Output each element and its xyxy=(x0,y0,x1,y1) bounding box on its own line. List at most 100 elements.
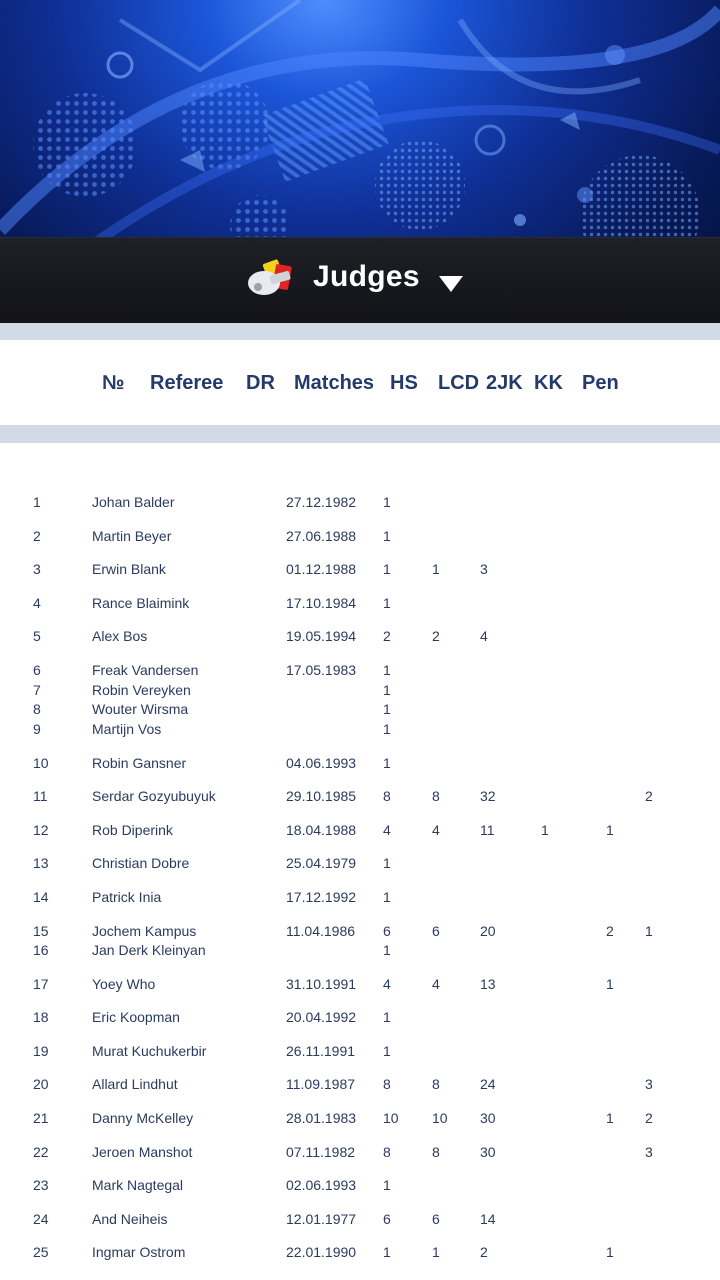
birth-date: 17.05.1983 xyxy=(286,662,357,678)
2jk-value: 1 xyxy=(541,822,549,838)
hs-value: 1 xyxy=(432,561,440,577)
col-header-2jk[interactable]: 2JK xyxy=(486,372,523,395)
dropdown-arrow-icon[interactable] xyxy=(439,276,463,292)
birth-date: 04.06.1993 xyxy=(286,755,357,771)
col-header-number[interactable]: № xyxy=(102,372,124,395)
lcd-value: 11 xyxy=(480,822,495,838)
referee-name: Serdar Gozyubuyuk xyxy=(92,788,216,804)
pen-value: 1 xyxy=(645,923,653,939)
col-header-kk[interactable]: KK xyxy=(534,372,563,395)
birth-date: 25.04.1979 xyxy=(286,855,357,871)
matches-count: 6 xyxy=(383,923,391,939)
lcd-value: 3 xyxy=(480,561,488,577)
referee-name: Danny McKelley xyxy=(92,1110,194,1126)
birth-date: 26.11.1991 xyxy=(286,1043,356,1059)
row-number: 1 xyxy=(33,494,41,510)
col-header-hs[interactable]: HS xyxy=(390,372,418,395)
referee-name: Johan Balder xyxy=(92,494,175,510)
birth-date: 11.04.1986 xyxy=(286,923,356,939)
birth-date: 20.04.1992 xyxy=(286,1009,357,1025)
matches-count: 1 xyxy=(383,755,391,771)
matches-count: 1 xyxy=(383,1177,391,1193)
row-number: 11 xyxy=(33,788,48,804)
referee-name: Jeroen Manshot xyxy=(92,1144,193,1160)
hs-value: 8 xyxy=(432,788,440,804)
lcd-value: 32 xyxy=(480,788,496,804)
hs-value: 4 xyxy=(432,822,440,838)
lcd-value: 4 xyxy=(480,628,488,644)
matches-count: 4 xyxy=(383,976,391,992)
col-header-dr[interactable]: DR xyxy=(246,372,275,395)
referee-name: Freak Vandersen xyxy=(92,662,199,678)
row-number: 16 xyxy=(33,942,49,958)
hs-value: 2 xyxy=(432,628,440,644)
kk-value: 1 xyxy=(606,976,614,992)
birth-date: 11.09.1987 xyxy=(286,1076,356,1092)
referee-name: Robin Vereyken xyxy=(92,682,191,698)
matches-count: 8 xyxy=(383,788,391,804)
matches-count: 1 xyxy=(383,682,391,698)
birth-date: 22.01.1990 xyxy=(286,1244,357,1260)
lcd-value: 14 xyxy=(480,1211,496,1227)
row-number: 6 xyxy=(33,662,41,678)
hs-value: 6 xyxy=(432,923,440,939)
referee-name: Mark Nagtegal xyxy=(92,1177,184,1193)
referee-name: And Neiheis xyxy=(92,1211,168,1227)
title-bar[interactable]: Judges xyxy=(0,237,720,323)
col-header-matches[interactable]: Matches xyxy=(294,372,374,395)
matches-count: 1 xyxy=(383,494,391,510)
matches-count: 1 xyxy=(383,721,391,737)
col-header-referee[interactable]: Referee xyxy=(150,372,223,395)
matches-count: 4 xyxy=(383,822,391,838)
matches-count: 1 xyxy=(383,855,391,871)
row-number: 2 xyxy=(33,528,41,544)
referee-name: Patrick Inia xyxy=(92,889,162,905)
matches-count: 6 xyxy=(383,1211,391,1227)
row-number: 15 xyxy=(33,923,49,939)
birth-date: 31.10.1991 xyxy=(286,976,357,992)
referee-name: Ingmar Ostrom xyxy=(92,1244,186,1260)
col-header-lcd[interactable]: LCD xyxy=(438,372,479,395)
lcd-value: 24 xyxy=(480,1076,496,1092)
row-number: 8 xyxy=(33,701,41,717)
row-number: 21 xyxy=(33,1110,49,1126)
matches-count: 1 xyxy=(383,561,391,577)
referee-name: Jochem Kampus xyxy=(92,923,197,939)
birth-date: 19.05.1994 xyxy=(286,628,357,644)
referee-name: Martin Beyer xyxy=(92,528,172,544)
birth-date: 28.01.1983 xyxy=(286,1110,357,1126)
matches-count: 1 xyxy=(383,1043,391,1059)
hs-value: 8 xyxy=(432,1076,440,1092)
row-number: 3 xyxy=(33,561,41,577)
lcd-value: 20 xyxy=(480,923,496,939)
matches-count: 1 xyxy=(383,528,391,544)
referee-name: Yoey Who xyxy=(92,976,156,992)
referee-name: Martijn Vos xyxy=(92,721,162,737)
referee-name: Eric Koopman xyxy=(92,1009,180,1025)
divider-bottom xyxy=(0,425,720,443)
matches-count: 10 xyxy=(383,1110,399,1126)
row-number: 17 xyxy=(33,976,49,992)
matches-count: 8 xyxy=(383,1144,391,1160)
pen-value: 3 xyxy=(645,1144,653,1160)
row-number: 9 xyxy=(33,721,41,737)
referee-name: Erwin Blank xyxy=(92,561,166,577)
row-number: 24 xyxy=(33,1211,49,1227)
row-number: 22 xyxy=(33,1144,49,1160)
matches-count: 1 xyxy=(383,1244,391,1260)
birth-date: 18.04.1988 xyxy=(286,822,357,838)
col-header-pen[interactable]: Pen xyxy=(582,372,619,395)
lcd-value: 30 xyxy=(480,1144,496,1160)
birth-date: 02.06.1993 xyxy=(286,1177,357,1193)
birth-date: 27.12.1982 xyxy=(286,494,357,510)
row-number: 7 xyxy=(33,682,41,698)
kk-value: 1 xyxy=(606,1244,614,1260)
referee-name: Allard Lindhut xyxy=(92,1076,178,1092)
birth-date: 27.06.1988 xyxy=(286,528,357,544)
referee-name: Wouter Wirsma xyxy=(92,701,189,717)
pen-value: 2 xyxy=(645,1110,653,1126)
matches-count: 1 xyxy=(383,595,391,611)
matches-count: 1 xyxy=(383,889,391,905)
lcd-value: 30 xyxy=(480,1110,496,1126)
row-number: 23 xyxy=(33,1177,49,1193)
